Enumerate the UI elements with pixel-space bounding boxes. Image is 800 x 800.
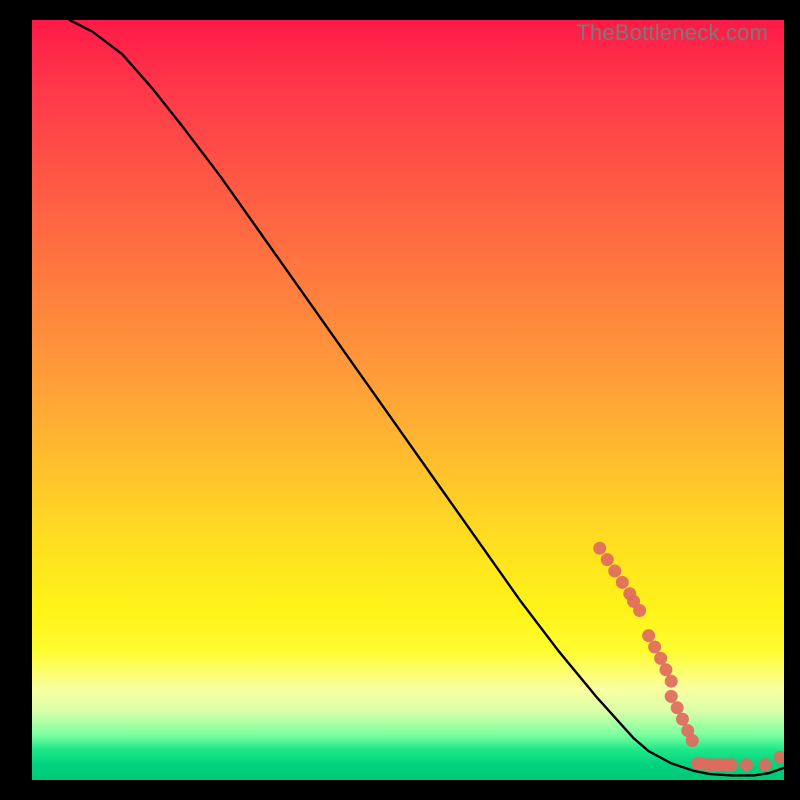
data-marker: [601, 553, 614, 566]
data-marker: [676, 713, 689, 726]
marker-group: [593, 542, 784, 772]
data-marker: [671, 701, 684, 714]
chart-stage: TheBottleneck.com: [0, 0, 800, 800]
data-marker: [642, 629, 655, 642]
data-marker: [725, 758, 738, 771]
plot-area: TheBottleneck.com: [32, 20, 784, 780]
data-marker: [665, 690, 678, 703]
data-marker: [608, 565, 621, 578]
data-marker: [633, 604, 646, 617]
chart-overlay: [32, 20, 784, 780]
data-marker: [616, 576, 629, 589]
data-marker: [759, 758, 772, 771]
data-marker: [774, 751, 784, 764]
data-marker: [686, 734, 699, 747]
data-marker: [740, 758, 753, 771]
data-marker: [593, 542, 606, 555]
data-marker: [648, 641, 661, 654]
data-marker: [654, 652, 667, 665]
data-marker: [665, 675, 678, 688]
data-marker: [659, 663, 672, 676]
curve-line: [70, 20, 784, 775]
